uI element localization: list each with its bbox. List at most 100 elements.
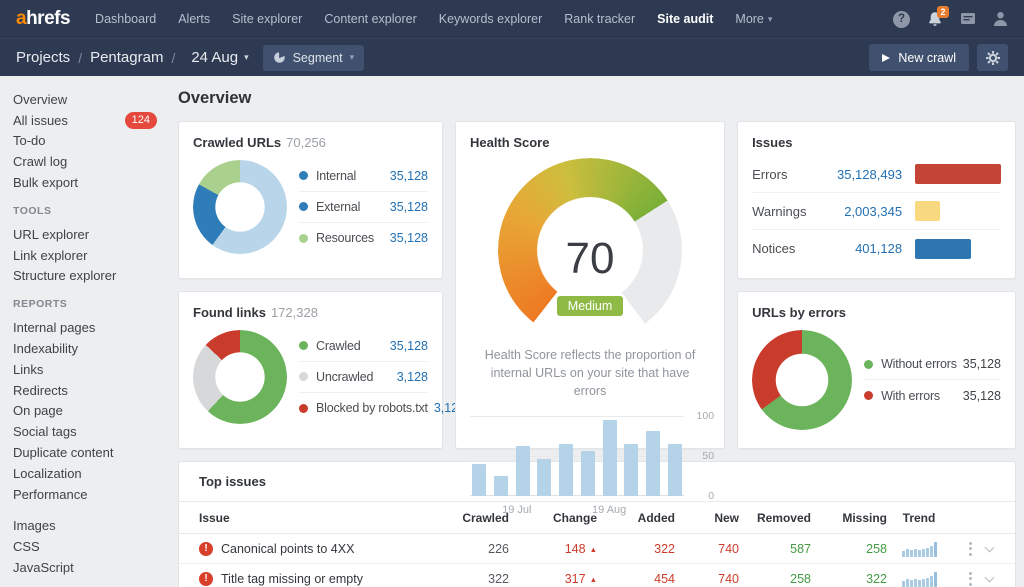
sidebar-item-label: Link explorer: [13, 248, 157, 263]
help-icon[interactable]: [893, 11, 910, 28]
legend-dot: [299, 404, 308, 413]
legend-value: 35,128: [963, 389, 1001, 403]
crawl-date-selector[interactable]: 24 Aug ▾: [191, 49, 248, 66]
sidebar-item-images[interactable]: Images: [13, 516, 170, 537]
issues-bar: [915, 239, 971, 259]
sidebar-item-label: Redirects: [13, 383, 157, 398]
spark-bar: [902, 581, 905, 587]
sidebar-item-label: Crawl log: [13, 154, 157, 169]
sidebar-item-crawl-log[interactable]: Crawl log: [13, 151, 170, 172]
change-value[interactable]: 148▲: [509, 542, 597, 556]
issues-count-value[interactable]: 401,128: [812, 241, 902, 256]
nav-item-site-explorer[interactable]: Site explorer: [221, 0, 313, 38]
legend-item-uncrawled: Uncrawled3,128: [299, 362, 428, 393]
sidebar-item-localization[interactable]: Localization: [13, 463, 170, 484]
breadcrumb-projects[interactable]: Projects: [16, 49, 70, 66]
nav-item-label: Dashboard: [95, 12, 156, 26]
breadcrumb-project-name[interactable]: Pentagram: [90, 49, 163, 66]
column-header-missing: Missing: [811, 511, 887, 525]
sidebar-item-all-issues[interactable]: All issues124: [13, 110, 170, 131]
nav-item-label: Site audit: [657, 12, 713, 26]
account-user-icon[interactable]: [993, 11, 1008, 27]
more-options-icon[interactable]: [969, 542, 972, 556]
sidebar-item-css[interactable]: CSS: [13, 536, 170, 557]
row-actions: [951, 542, 995, 556]
issues-card: Issues Errors35,128,493Warnings2,003,345…: [737, 121, 1016, 279]
ahrefs-logo[interactable]: ahrefs: [16, 8, 70, 30]
sidebar-item-redirects[interactable]: Redirects: [13, 380, 170, 401]
history-bar: [472, 464, 486, 496]
nav-item-content-explorer[interactable]: Content explorer: [313, 0, 427, 38]
removed-value[interactable]: 587: [739, 542, 811, 556]
trend-sparkline: [887, 541, 951, 557]
y-tick-label: 100: [697, 410, 715, 422]
found-links-card: Found links172,328 Crawled35,128Uncrawle…: [178, 291, 443, 449]
more-options-icon[interactable]: [969, 572, 972, 586]
new-value[interactable]: 740: [675, 542, 739, 556]
feedback-icon[interactable]: [960, 12, 976, 27]
sidebar-item-javascript[interactable]: JavaScript: [13, 557, 170, 578]
sidebar-item-overview[interactable]: Overview: [13, 89, 170, 110]
nav-item-dashboard[interactable]: Dashboard: [84, 0, 167, 38]
sidebar-item-to-do[interactable]: To-do: [13, 131, 170, 152]
nav-item-alerts[interactable]: Alerts: [167, 0, 221, 38]
card-title: Crawled URLs70,256: [179, 122, 442, 150]
legend-label: Blocked by robots.txt: [316, 401, 428, 415]
spark-bar: [926, 578, 929, 587]
legend-label: Without errors: [881, 357, 957, 371]
sidebar-item-link-explorer[interactable]: Link explorer: [13, 245, 170, 266]
top-issues-table-body: !Canonical points to 4XX226148▲322740587…: [179, 534, 1015, 587]
sidebar-item-bulk-export[interactable]: Bulk export: [13, 172, 170, 193]
settings-gear-button[interactable]: [977, 44, 1008, 71]
sidebar-item-label: URL explorer: [13, 227, 157, 242]
legend-item-crawled: Crawled35,128: [299, 331, 428, 362]
missing-value[interactable]: 322: [811, 572, 887, 586]
sidebar-item-duplicate-content[interactable]: Duplicate content: [13, 442, 170, 463]
added-value[interactable]: 454: [597, 572, 675, 586]
nav-item-rank-tracker[interactable]: Rank tracker: [553, 0, 646, 38]
legend-value[interactable]: 35,128: [390, 231, 428, 245]
nav-item-more[interactable]: More▾: [724, 0, 783, 38]
card-title: URLs by errors: [738, 292, 1015, 320]
sidebar-item-structure-explorer[interactable]: Structure explorer: [13, 266, 170, 287]
sidebar-item-indexability[interactable]: Indexability: [13, 338, 170, 359]
legend-label: With errors: [881, 389, 957, 403]
sidebar-item-on-page[interactable]: On page: [13, 401, 170, 422]
sidebar-item-url-explorer[interactable]: URL explorer: [13, 224, 170, 245]
legend-item-resources: Resources35,128: [299, 223, 428, 254]
sidebar-item-label: CSS: [13, 539, 157, 554]
issues-bar: [915, 201, 940, 221]
sidebar-item-social-tags[interactable]: Social tags: [13, 421, 170, 442]
x-axis-labels: 19 Jul19 Aug: [470, 500, 684, 520]
issues-count-value[interactable]: 35,128,493: [812, 167, 902, 182]
sidebar-item-label: Social tags: [13, 424, 157, 439]
added-value[interactable]: 322: [597, 542, 675, 556]
sidebar-item-performance[interactable]: Performance: [13, 484, 170, 505]
legend-value[interactable]: 3,128: [397, 370, 428, 384]
removed-value[interactable]: 258: [739, 572, 811, 586]
expand-chevron-icon[interactable]: [985, 572, 995, 582]
legend-value[interactable]: 35,128: [390, 169, 428, 183]
issue-name-cell[interactable]: !Title tag missing or empty: [199, 572, 449, 586]
health-score-description: Health Score reflects the proportion of …: [476, 346, 704, 400]
issue-name-cell[interactable]: !Canonical points to 4XX: [199, 542, 449, 556]
legend-value[interactable]: 35,128: [390, 339, 428, 353]
new-value[interactable]: 740: [675, 572, 739, 586]
missing-value[interactable]: 258: [811, 542, 887, 556]
nav-item-site-audit[interactable]: Site audit: [646, 0, 724, 38]
urls-by-errors-card: URLs by errors Without errors 35,128 With …: [737, 291, 1016, 449]
sidebar-group: OverviewAll issues124To-do Crawl log Bulk …: [13, 89, 170, 193]
sidebar-item-links[interactable]: Links: [13, 359, 170, 380]
change-value[interactable]: 317▲: [509, 572, 597, 586]
new-crawl-button[interactable]: New crawl: [869, 44, 969, 71]
notifications-bell-icon[interactable]: 2: [927, 11, 943, 28]
expand-chevron-icon[interactable]: [985, 542, 995, 552]
legend-value[interactable]: 35,128: [390, 200, 428, 214]
legend-item-external: External35,128: [299, 192, 428, 223]
change-up-triangle-icon: ▲: [590, 545, 597, 554]
nav-item-keywords-explorer[interactable]: Keywords explorer: [428, 0, 554, 38]
logo-text: a: [16, 8, 26, 29]
issues-count-value[interactable]: 2,003,345: [812, 204, 902, 219]
segment-button[interactable]: Segment ▾: [263, 45, 365, 71]
sidebar-item-internal-pages[interactable]: Internal pages: [13, 317, 170, 338]
